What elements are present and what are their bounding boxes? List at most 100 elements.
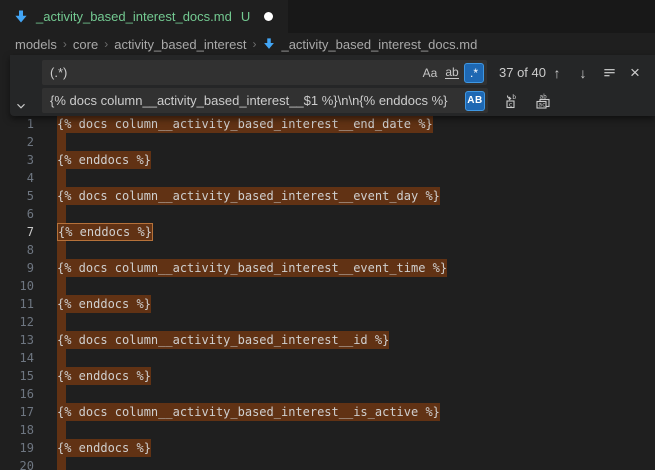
line-content: {% docs column__activity_based_interest_… bbox=[57, 331, 389, 349]
line-number: 8 bbox=[0, 241, 46, 259]
whole-word-toggle[interactable]: ab bbox=[442, 63, 462, 83]
code-line[interactable]: 7 {% enddocs %} bbox=[0, 223, 655, 241]
line-number: 13 bbox=[0, 331, 46, 349]
code-area[interactable]: 1{% docs column__activity_based_interest… bbox=[0, 115, 655, 470]
breadcrumb-item[interactable]: models bbox=[15, 37, 57, 52]
match-highlight: {% docs column__activity_based_interest_… bbox=[57, 187, 440, 205]
git-status-badge: U bbox=[241, 9, 250, 24]
line-content: {% enddocs %} bbox=[57, 223, 153, 241]
line-number: 12 bbox=[0, 313, 46, 331]
replace-value: {% docs column__activity_based_interest_… bbox=[50, 93, 463, 108]
search-value: (.*) bbox=[50, 65, 418, 80]
line-number: 16 bbox=[0, 385, 46, 403]
line-content bbox=[57, 385, 66, 403]
code-line[interactable]: 3 {% enddocs %} bbox=[0, 151, 655, 169]
line-content: {% docs column__activity_based_interest_… bbox=[57, 115, 433, 133]
next-match-button[interactable]: ↓ bbox=[572, 62, 594, 84]
line-content bbox=[57, 205, 66, 223]
arrow-up-icon: ↑ bbox=[554, 65, 561, 81]
match-highlight: {% enddocs %} bbox=[57, 439, 151, 457]
editor-area[interactable]: (.*) Aa ab .* 37 of 40 ↑ ↓ bbox=[0, 55, 655, 470]
match-highlight bbox=[57, 421, 66, 439]
line-content: {% enddocs %} bbox=[57, 439, 151, 457]
code-line[interactable]: 9{% docs column__activity_based_interest… bbox=[0, 259, 655, 277]
breadcrumb-item[interactable]: core bbox=[73, 37, 98, 52]
breadcrumb-separator: › bbox=[63, 37, 67, 51]
replace-all-button[interactable]: ab ac bbox=[532, 90, 554, 112]
line-content bbox=[57, 241, 66, 259]
svg-text:c: c bbox=[509, 100, 513, 108]
replace-input[interactable]: {% docs column__activity_based_interest_… bbox=[42, 88, 488, 113]
code-line[interactable]: 1{% docs column__activity_based_interest… bbox=[0, 115, 655, 133]
line-number: 11 bbox=[0, 295, 46, 313]
match-case-toggle[interactable]: Aa bbox=[420, 63, 440, 83]
code-line[interactable]: 12 bbox=[0, 313, 655, 331]
line-content bbox=[57, 277, 66, 295]
regex-toggle[interactable]: .* bbox=[464, 63, 484, 83]
editor-tab[interactable]: _activity_based_interest_docs.md U bbox=[0, 0, 288, 33]
line-number: 6 bbox=[0, 205, 46, 223]
code-line[interactable]: 10 bbox=[0, 277, 655, 295]
match-highlight: {% docs column__activity_based_interest_… bbox=[57, 115, 433, 133]
markdown-file-icon bbox=[13, 9, 29, 25]
close-icon: × bbox=[630, 63, 640, 83]
match-highlight: {% docs column__activity_based_interest_… bbox=[57, 331, 389, 349]
match-highlight bbox=[57, 133, 66, 151]
code-line[interactable]: 2 bbox=[0, 133, 655, 151]
code-line[interactable]: 15 {% enddocs %} bbox=[0, 367, 655, 385]
markdown-file-icon bbox=[262, 37, 276, 51]
code-line[interactable]: 11{% enddocs %} bbox=[0, 295, 655, 313]
breadcrumb-file[interactable]: _activity_based_interest_docs.md bbox=[262, 37, 477, 52]
line-number: 20 bbox=[0, 457, 46, 470]
code-line[interactable]: 8 bbox=[0, 241, 655, 259]
line-content: {% docs column__activity_based_interest_… bbox=[57, 187, 440, 205]
breadcrumb-separator: › bbox=[104, 37, 108, 51]
code-line[interactable]: 16 bbox=[0, 385, 655, 403]
line-number: 3 bbox=[0, 151, 46, 169]
line-number: 7 bbox=[0, 223, 46, 241]
code-line[interactable]: 14 bbox=[0, 349, 655, 367]
line-content bbox=[57, 421, 66, 439]
previous-match-button[interactable]: ↑ bbox=[546, 62, 568, 84]
replace-button[interactable]: b c bbox=[501, 90, 523, 112]
match-highlight bbox=[57, 385, 66, 403]
line-content: {% docs column__activity_based_interest_… bbox=[57, 259, 447, 277]
tab-title: _activity_based_interest_docs.md bbox=[36, 9, 232, 24]
code-line[interactable]: 20 bbox=[0, 457, 655, 470]
match-highlight bbox=[57, 457, 66, 470]
search-input[interactable]: (.*) Aa ab .* bbox=[42, 60, 487, 85]
code-line[interactable]: 19 {% enddocs %} bbox=[0, 439, 655, 457]
code-line[interactable]: 18 bbox=[0, 421, 655, 439]
line-content bbox=[57, 457, 66, 470]
line-content bbox=[57, 133, 66, 151]
line-content bbox=[57, 349, 66, 367]
svg-text:ac: ac bbox=[538, 101, 546, 108]
close-find-button[interactable]: × bbox=[624, 62, 646, 84]
line-content: {% enddocs %} bbox=[57, 367, 151, 385]
line-number: 15 bbox=[0, 367, 46, 385]
line-number: 17 bbox=[0, 403, 46, 421]
code-line[interactable]: 5{% docs column__activity_based_interest… bbox=[0, 187, 655, 205]
preserve-case-toggle[interactable]: AB bbox=[465, 91, 485, 111]
code-line[interactable]: 13 {% docs column__activity_based_interes… bbox=[0, 331, 655, 349]
code-line[interactable]: 4 bbox=[0, 169, 655, 187]
line-content bbox=[57, 313, 66, 331]
code-line[interactable]: 6 bbox=[0, 205, 655, 223]
results-count: 37 of 40 bbox=[499, 65, 546, 80]
find-in-selection-button[interactable] bbox=[598, 62, 620, 84]
match-highlight: {% docs column__activity_based_interest_… bbox=[57, 403, 440, 421]
vscode-window: _activity_based_interest_docs.md U model… bbox=[0, 0, 655, 470]
breadcrumb-item[interactable]: activity_based_interest bbox=[114, 37, 246, 52]
code-line[interactable]: 17 {% docs column__activity_based_interes… bbox=[0, 403, 655, 421]
line-content bbox=[57, 169, 66, 187]
line-number: 14 bbox=[0, 349, 46, 367]
line-content: {% enddocs %} bbox=[57, 151, 151, 169]
toggle-replace-button[interactable] bbox=[10, 55, 32, 116]
match-highlight: {% enddocs %} bbox=[57, 223, 153, 241]
line-content: {% docs column__activity_based_interest_… bbox=[57, 403, 440, 421]
match-highlight bbox=[57, 241, 66, 259]
line-number: 4 bbox=[0, 169, 46, 187]
unsaved-indicator[interactable] bbox=[264, 12, 273, 21]
line-number: 19 bbox=[0, 439, 46, 457]
match-highlight bbox=[57, 205, 66, 223]
